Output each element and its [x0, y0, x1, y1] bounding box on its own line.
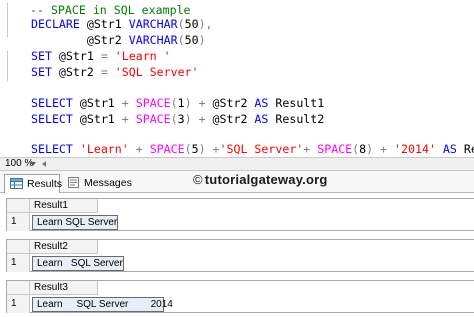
code-token: 'Learn '	[114, 49, 171, 63]
result-cell[interactable]: Learn SQL Server 2014	[32, 297, 173, 312]
code-token: (	[184, 142, 192, 156]
code-token: =	[100, 65, 115, 79]
code-token: -- SPACE in SQL example	[30, 3, 191, 17]
sql-editor[interactable]: -- SPACE in SQL example DECLARE @Str1 VAR…	[0, 0, 474, 157]
code-token: @Str2	[58, 65, 101, 79]
result-cell[interactable]: Learn SQL Server	[32, 256, 124, 271]
messages-icon	[68, 177, 79, 188]
code-token: SET	[31, 49, 59, 63]
code-token: ) +	[184, 112, 213, 126]
code-token: @Str2	[31, 33, 129, 47]
grid-corner[interactable]	[7, 199, 30, 213]
code-token: +	[121, 96, 136, 110]
code-token: =	[100, 49, 115, 63]
code-token: @Str1	[79, 96, 122, 110]
code-line[interactable]: SELECT 'Learn' + SPACE(5) +'SQL Server'+…	[31, 141, 474, 157]
code-token: (	[170, 96, 178, 110]
grid-corner[interactable]	[7, 281, 30, 295]
code-token: SELECT	[31, 142, 80, 156]
result-grid: Result1 1 Learn SQL Server	[6, 198, 474, 231]
code-token: 3	[177, 112, 185, 126]
code-token: ) +	[366, 142, 395, 156]
code-token: 1	[177, 96, 185, 110]
result-cell[interactable]: Learn SQL Server	[32, 215, 118, 230]
code-token: (	[177, 17, 185, 31]
watermark-text: tutorialgateway.org	[204, 172, 328, 187]
tab-messages-label: Messages	[84, 177, 132, 189]
code-token: SPACE	[149, 142, 185, 156]
code-token: SPACE	[317, 142, 353, 156]
code-token: ) +	[184, 96, 213, 110]
grid-corner[interactable]	[7, 240, 30, 254]
code-token: 50	[184, 33, 199, 47]
code-line[interactable]: SELECT @Str1 + SPACE(1) + @Str2 AS Resul…	[31, 95, 324, 111]
column-header[interactable]: Result1	[30, 199, 98, 213]
zoom-dropdown-icon[interactable]	[30, 162, 36, 166]
code-token: 50	[184, 17, 199, 31]
result-grid: Result2 1 Learn SQL Server	[6, 239, 474, 272]
code-token: '2014'	[394, 142, 443, 156]
tab-results[interactable]: Results	[4, 174, 63, 193]
code-token: 'SQL Server'	[114, 65, 199, 79]
tab-messages[interactable]: Messages	[62, 174, 132, 193]
code-line[interactable]: DECLARE @Str1 VARCHAR(50),	[31, 16, 213, 32]
code-token: AS	[442, 142, 464, 156]
code-token: ) +	[198, 142, 220, 156]
column-header[interactable]: Result2	[30, 240, 98, 254]
code-token: Result2	[275, 112, 325, 126]
tab-results-label: Results	[27, 178, 63, 190]
code-token: (	[177, 33, 185, 47]
code-token: SPACE	[135, 96, 171, 110]
code-token: @Str1	[79, 112, 122, 126]
grid-icon	[10, 178, 23, 189]
code-token: @Str2	[212, 96, 255, 110]
result-grid: Result3 1 Learn SQL Server 2014	[6, 280, 474, 313]
code-line[interactable]: SET @Str2 = 'SQL Server'	[31, 64, 199, 80]
code-token: )	[198, 33, 206, 47]
scroll-left-icon[interactable]	[42, 161, 46, 167]
code-token: 'SQL Server'	[219, 142, 304, 156]
code-token: VARCHAR	[128, 17, 178, 31]
code-token: AS	[254, 112, 276, 126]
code-token: +	[135, 142, 150, 156]
code-token: SPACE	[135, 112, 171, 126]
code-token: DECLARE	[31, 17, 87, 31]
code-token: ),	[198, 17, 213, 31]
code-token: Result3	[463, 142, 474, 156]
row-number[interactable]: 1	[7, 213, 30, 231]
code-token: @Str2	[212, 112, 255, 126]
code-token: SELECT	[31, 96, 80, 110]
watermark: © tutorialgateway.org	[193, 172, 328, 187]
code-line[interactable]: SET @Str1 = 'Learn '	[31, 48, 171, 64]
code-token: 'Learn'	[79, 142, 136, 156]
zoom-bar: 100 %	[0, 157, 474, 171]
row-number[interactable]: 1	[7, 295, 30, 313]
copyright-symbol: ©	[193, 172, 203, 187]
code-token: @Str1	[58, 49, 101, 63]
column-header[interactable]: Result3	[30, 281, 98, 295]
row-number[interactable]: 1	[7, 254, 30, 272]
code-token: +	[121, 112, 136, 126]
code-line[interactable]: @Str2 VARCHAR(50)	[31, 32, 206, 48]
code-token: SELECT	[31, 112, 80, 126]
code-token: AS	[254, 96, 276, 110]
results-area: Result1 1 Learn SQL Server Result2 1 Lea…	[0, 193, 474, 317]
collapse-guide	[7, 51, 8, 81]
code-token: Result1	[275, 96, 325, 110]
collapse-guide	[7, 3, 8, 37]
code-token: SET	[31, 65, 59, 79]
code-token: (	[170, 112, 178, 126]
code-token: 5	[191, 142, 199, 156]
code-line[interactable]: SELECT @Str1 + SPACE(3) + @Str2 AS Resul…	[31, 111, 324, 127]
code-token: +	[303, 142, 318, 156]
code-token: @Str1	[86, 17, 129, 31]
code-token: VARCHAR	[128, 33, 178, 47]
